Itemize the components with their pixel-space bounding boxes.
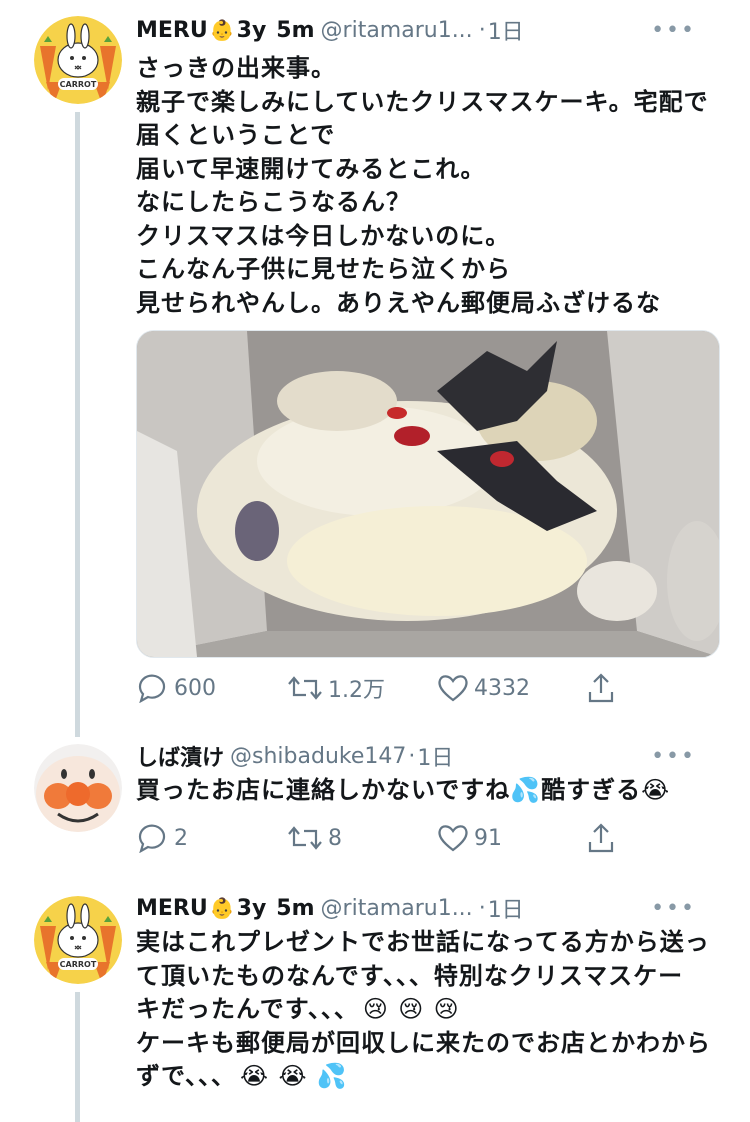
sad-emoji: 😢 😢 😢 [362,995,460,1023]
name-meta-a: 3y [236,17,267,43]
tweet-3[interactable]: CARROT MERU 👶 3y 5m @ritamaru1... · 1日 •… [0,884,750,1122]
thread-line [75,112,80,737]
tweet-line: ずで、、、 😭 😭 💦 [136,1060,724,1094]
separator-dot: · [478,17,486,43]
retweet-button[interactable]: 8 [286,823,436,853]
like-button[interactable]: 4332 [436,673,586,703]
more-menu-button[interactable]: ••• [651,896,696,921]
tweet-line: キだったんです、、、 😢 😢 😢 [136,993,724,1027]
name-emoji: 👶 [209,18,235,42]
crying-emoji: 😭 😭 💦 [240,1062,348,1090]
tweet-header: しば漬け @shibaduke147 · 1日 ••• [136,738,730,774]
display-name[interactable]: しば漬け [136,740,224,772]
share-button[interactable] [586,672,616,704]
tweet-line: クリスマスは今日しかないのに。 [136,221,511,250]
tweet-line: なにしたらこうなるん？ [136,188,411,216]
reply-text: 買ったお店に連絡しかないですね [136,776,511,804]
tweet-line: こんなん子供に見せたら泣くから [136,255,511,283]
share-icon [588,673,614,703]
heart-icon [438,675,468,702]
name-meta-a: 3y [236,895,267,921]
reply-text-tail: 酷すぎる [541,776,642,804]
tweet-line: 親子で楽しみにしていたクリスマスケーキ。宅配で [136,87,709,116]
reply-count: 2 [174,825,188,851]
display-name[interactable]: MERU [136,18,208,43]
avatar[interactable]: CARROT [34,896,122,984]
svg-text:CARROT: CARROT [60,960,97,969]
share-button[interactable] [586,822,616,854]
share-icon [588,823,614,853]
handle[interactable]: @ritamaru1... [321,896,473,921]
heart-icon [438,825,468,852]
like-count: 91 [474,825,502,851]
retweet-button[interactable]: 1.2万 [286,672,436,704]
tweet-line: 届くということで [136,121,336,149]
reply-button[interactable]: 600 [136,673,286,703]
name-meta-b: 5m [276,895,315,921]
tweet-header: MERU 👶 3y 5m @ritamaru1... · 1日 ••• [136,890,730,926]
reply-icon [138,824,166,853]
tweet-line: 見せられやんし。ありえやん郵便局ふざけるな [136,288,661,317]
timestamp[interactable]: 1日 [488,14,524,46]
reply-icon [138,674,166,703]
name-emoji: 👶 [209,896,235,920]
retweet-icon [288,826,322,850]
tweet-2[interactable]: しば漬け @shibaduke147 · 1日 ••• 買ったお店に連絡しかない… [0,736,750,884]
retweet-count: 1.2万 [328,678,385,703]
thread-line [75,992,80,1122]
tweet-line: ケーキも郵便局が回収しに来たのでお店とかわから [136,1028,711,1057]
reply-button[interactable]: 2 [136,823,286,853]
timestamp[interactable]: 1日 [417,740,453,772]
like-button[interactable]: 91 [436,823,586,853]
separator-dot: · [408,743,416,769]
timestamp[interactable]: 1日 [488,892,524,924]
separator-dot: · [478,895,486,921]
tweet-header: MERU 👶 3y 5m @ritamaru1... · 1日 ••• [136,12,730,48]
avatar[interactable]: CARROT [34,16,122,104]
svg-text:CARROT: CARROT [60,80,97,89]
tweet-line-text: ずで、、、 [136,1062,237,1090]
tweet-text: 買ったお店に連絡しかないですね💦酷すぎる😭 [136,774,724,808]
tweet-actions: 600 1.2万 4332 [136,668,616,708]
like-count: 4332 [474,675,530,701]
tweet-line: 買ったお店に連絡しかないですね💦酷すぎる😭 [136,774,724,808]
sweat-emoji: 💦 [510,776,542,804]
tweet-line: さっきの出来事。 [136,54,336,82]
retweet-icon [288,676,322,700]
tweet-line: 実はこれプレゼントでお世話になってる方から送っ [136,928,710,956]
tweet-line-text: キだったんです、、、 [136,995,359,1023]
handle[interactable]: @ritamaru1... [321,18,473,43]
tweet-line: て頂いたものなんです、、、特別なクリスマスケー [136,961,684,990]
name-meta-b: 5m [276,17,315,43]
tweet-text: さっきの出来事。 親子で楽しみにしていたクリスマスケーキ。宅配で 届くということ… [136,52,724,320]
display-name[interactable]: MERU [136,896,208,921]
tweet-line: 届いて早速開けてみるとこれ。 [136,154,486,183]
tweet-photo[interactable] [136,330,720,658]
avatar[interactable] [34,744,122,832]
crying-emoji: 😭 [641,776,671,804]
handle[interactable]: @shibaduke147 [230,744,406,769]
more-menu-button[interactable]: ••• [651,18,696,43]
tweet-actions: 2 8 91 [136,818,616,858]
tweet-text: 実はこれプレゼントでお世話になってる方から送っ て頂いたものなんです、、、特別な… [136,926,724,1094]
retweet-count: 8 [328,825,342,851]
tweet-1[interactable]: CARROT MERU 👶 3y 5m @ritamaru1... · 1日 •… [0,0,750,737]
reply-count: 600 [174,675,216,701]
more-menu-button[interactable]: ••• [651,744,696,769]
